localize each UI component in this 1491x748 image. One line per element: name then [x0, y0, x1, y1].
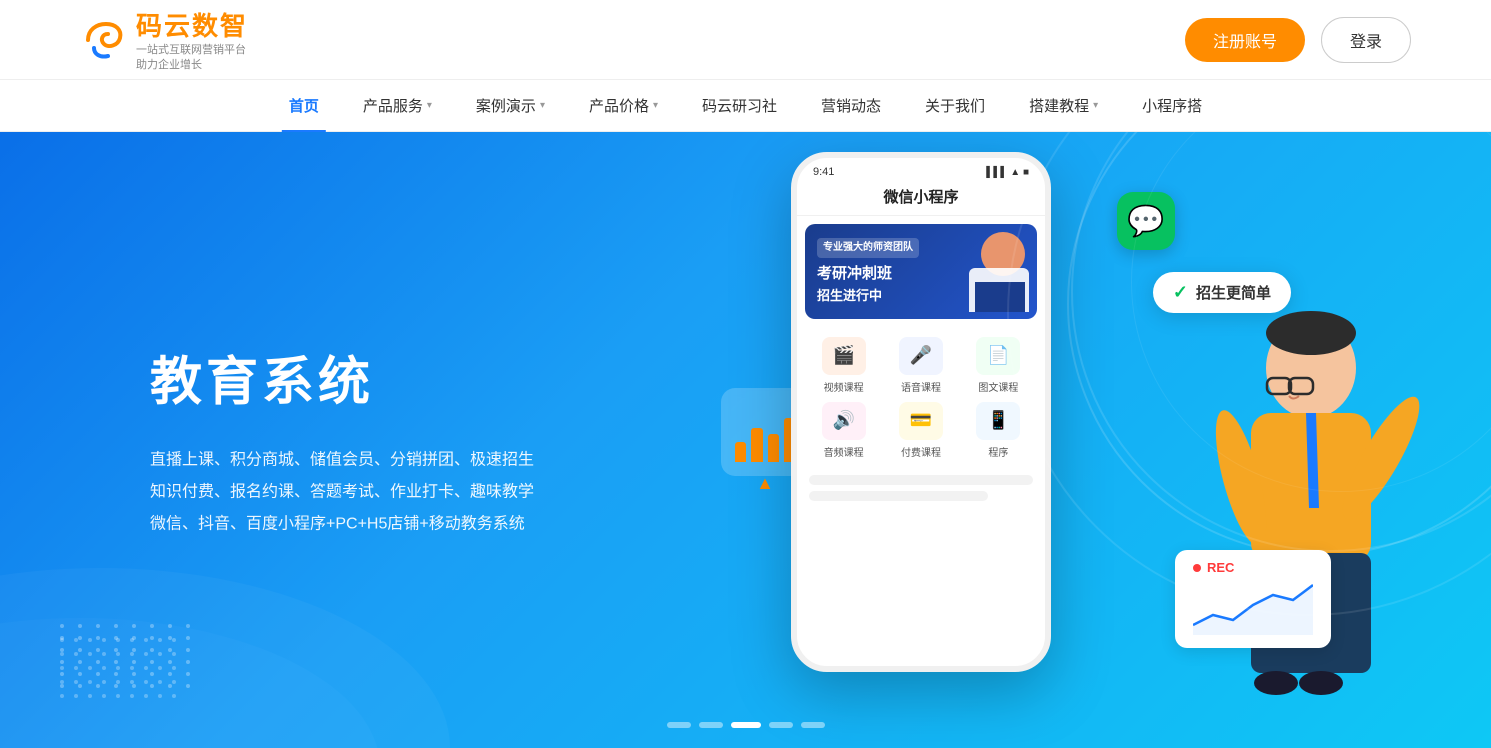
logo-area: 码云数智 一站式互联网营销平台 助力企业增长	[80, 6, 248, 74]
slide-indicators	[667, 722, 825, 728]
audio-icon-box: 🎤	[899, 337, 943, 375]
phone-icon-sound: 🔊 音频课程	[809, 402, 878, 459]
chart-bar-1	[735, 442, 746, 462]
phone-banner: 专业强大的师资团队 考研冲刺班 招生进行中	[805, 224, 1037, 319]
nav-item-community[interactable]: 码云研习社	[680, 80, 799, 132]
phone-mockup-area: ▲ 9:41 ▌▌▌ ▲ ■ 微信小程序 专业强大的师资团队 考研冲刺班 招生进…	[791, 152, 1131, 712]
rec-chart-svg	[1193, 575, 1313, 635]
deco-circle-outer	[1071, 132, 1491, 552]
wechat-float-icon: 💬	[1117, 192, 1175, 250]
register-button[interactable]: 注册账号	[1185, 18, 1305, 62]
phone-skeleton	[797, 475, 1045, 501]
check-icon: ✓	[1173, 282, 1188, 303]
phone-status-bar: 9:41 ▌▌▌ ▲ ■	[797, 158, 1045, 182]
chart-bar-3	[768, 434, 779, 462]
phone-signal-icons: ▌▌▌ ▲ ■	[986, 167, 1029, 178]
logo-text-area: 码云数智 一站式互联网营销平台 助力企业增长	[136, 6, 248, 74]
chevron-down-icon: ▾	[427, 100, 432, 111]
slide-dot-4[interactable]	[769, 722, 793, 728]
phone-app-title: 微信小程序	[797, 182, 1045, 216]
hero-banner: // Generate dots - done inline below 教育系…	[0, 132, 1491, 748]
phone-icons-grid: 🎬 视频课程 🎤 语音课程 📄 图文课程 🔊 音频课程 💳 付费课	[797, 327, 1045, 469]
slide-dot-1[interactable]	[667, 722, 691, 728]
phone-icon-audio: 🎤 语音课程	[886, 337, 955, 394]
graphic-icon-box: 📄	[976, 337, 1020, 375]
hero-content: 教育系统 直播上课、积分商城、储值会员、分销拼团、极速招生 知识付费、报名约课、…	[150, 340, 534, 541]
login-button[interactable]: 登录	[1321, 17, 1411, 63]
deco-circle-inner	[1131, 132, 1491, 492]
rec-indicator: REC	[1193, 560, 1313, 575]
nav-item-pricing[interactable]: 产品价格 ▾	[567, 80, 680, 132]
chevron-down-icon: ▾	[653, 100, 658, 111]
hero-character	[1151, 268, 1431, 748]
phone-banner-content: 专业强大的师资团队 考研冲刺班 招生进行中	[817, 236, 919, 307]
nav-item-miniapp[interactable]: 小程序搭	[1120, 80, 1224, 132]
hero-title: 教育系统	[150, 340, 534, 415]
chevron-down-icon: ▾	[1093, 100, 1098, 111]
phone-icon-app: 📱 程序	[964, 402, 1033, 459]
nav-item-cases[interactable]: 案例演示 ▾	[454, 80, 567, 132]
phone-time: 9:41	[813, 166, 834, 178]
logo-main-text: 码云数智	[136, 6, 248, 43]
paid-icon-box: 💳	[899, 402, 943, 440]
phone-icon-video: 🎬 视频课程	[809, 337, 878, 394]
slide-dot-2[interactable]	[699, 722, 723, 728]
phone-icon-paid: 💳 付费课程	[886, 402, 955, 459]
video-icon-box: 🎬	[822, 337, 866, 375]
nav-item-marketing[interactable]: 营销动态	[799, 80, 903, 132]
header-buttons: 注册账号 登录	[1185, 17, 1411, 63]
header: 码云数智 一站式互联网营销平台 助力企业增长 注册账号 登录	[0, 0, 1491, 80]
banner-person	[961, 224, 1029, 312]
nav-item-about[interactable]: 关于我们	[903, 80, 1007, 132]
rec-dot	[1193, 564, 1201, 572]
nav-item-products[interactable]: 产品服务 ▾	[341, 80, 454, 132]
phone-device: 9:41 ▌▌▌ ▲ ■ 微信小程序 专业强大的师资团队 考研冲刺班 招生进行中	[791, 152, 1051, 672]
logo-icon	[80, 16, 128, 64]
slide-dot-3-active[interactable]	[731, 722, 761, 728]
sound-icon-box: 🔊	[822, 402, 866, 440]
chart-arrow-up: ▲	[756, 473, 774, 494]
recruit-text: 招生更简单	[1196, 282, 1271, 303]
background-dots-bottom-left: // dots created inline	[60, 638, 176, 698]
chevron-down-icon: ▾	[540, 100, 545, 111]
banner-tag: 专业强大的师资团队	[817, 238, 919, 258]
slide-dot-5[interactable]	[801, 722, 825, 728]
rec-card: REC	[1175, 550, 1331, 648]
app-icon-box: 📱	[976, 402, 1020, 440]
phone-icon-graphic: 📄 图文课程	[964, 337, 1033, 394]
recruit-badge: ✓ 招生更简单	[1153, 272, 1291, 313]
nav-item-home[interactable]: 首页	[267, 80, 341, 132]
logo-sub-text: 一站式互联网营销平台 助力企业增长	[136, 43, 248, 74]
chart-bar-2	[751, 428, 762, 462]
wechat-icon: 💬	[1127, 204, 1164, 239]
character-svg	[1151, 268, 1431, 748]
hero-description: 直播上课、积分商城、储值会员、分销拼团、极速招生 知识付费、报名约课、答题考试、…	[150, 445, 534, 541]
nav-item-tutorials[interactable]: 搭建教程 ▾	[1007, 80, 1120, 132]
navbar: 首页 产品服务 ▾ 案例演示 ▾ 产品价格 ▾ 码云研习社 营销动态 关于我们 …	[0, 80, 1491, 132]
